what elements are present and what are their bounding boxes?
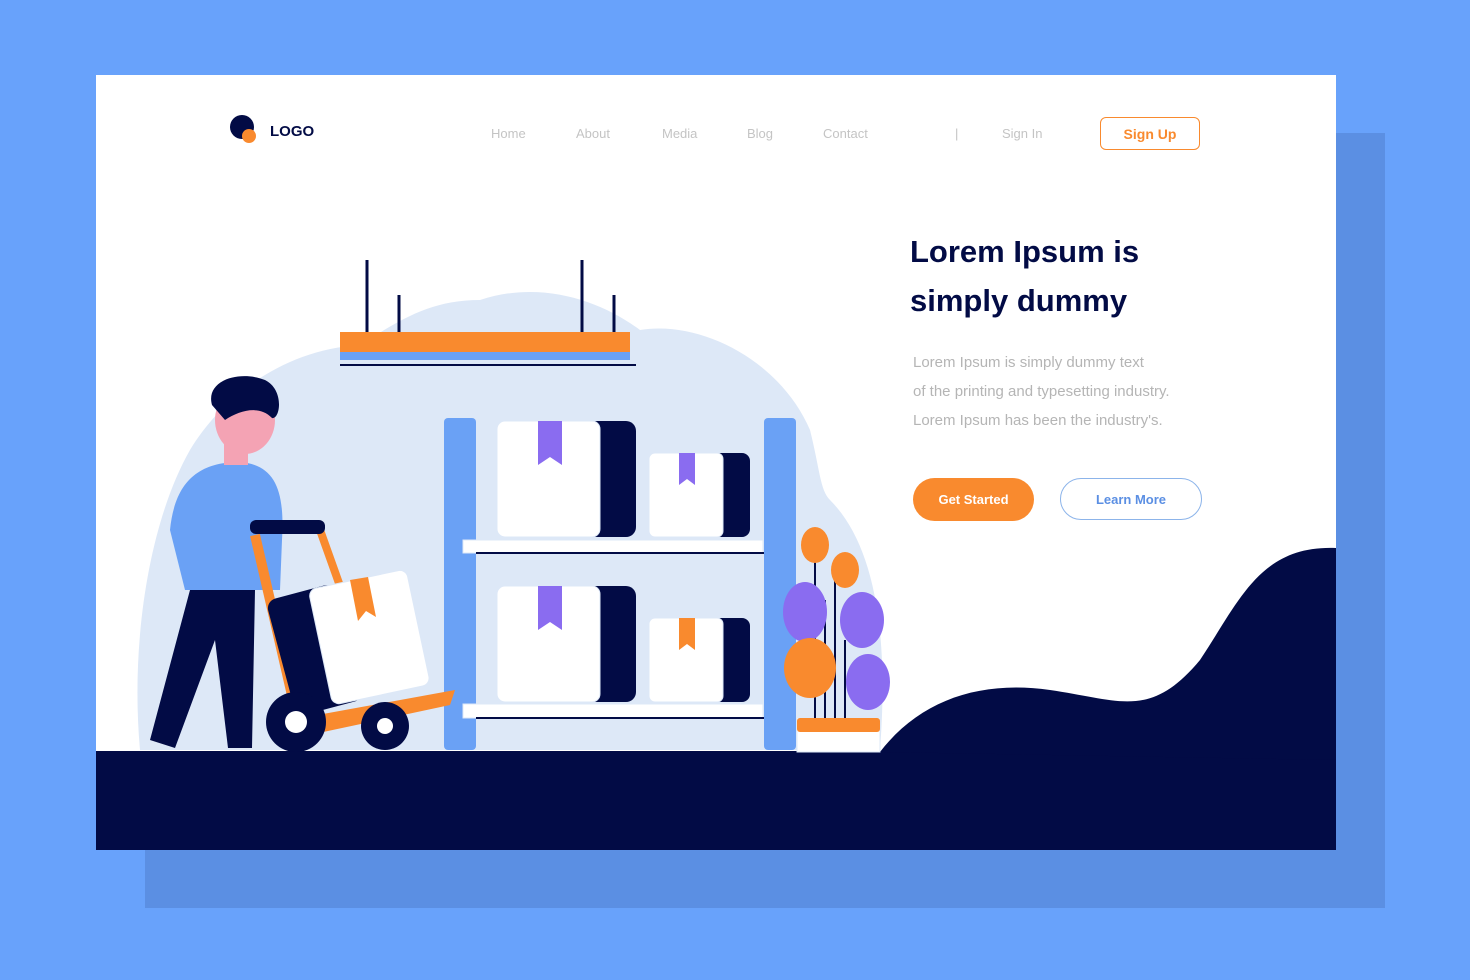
description-line: Lorem Ipsum is simply dummy text <box>913 354 1144 371</box>
logo-text: LOGO <box>270 122 315 140</box>
landing-page-card: LOGO Home About Media Blog Contact | Sig… <box>96 75 1336 850</box>
nav-contact[interactable]: Contact <box>823 126 868 141</box>
warehouse-illustration <box>96 260 1336 850</box>
description-line: of the printing and typesetting industry… <box>913 383 1170 400</box>
get-started-button[interactable]: Get Started <box>913 478 1034 521</box>
sign-up-button[interactable]: Sign Up <box>1100 117 1200 150</box>
learn-more-button[interactable]: Learn More <box>1060 478 1202 520</box>
nav-separator: | <box>955 126 959 141</box>
logo[interactable]: LOGO <box>230 115 314 147</box>
nav-about[interactable]: About <box>576 126 610 141</box>
nav-blog[interactable]: Blog <box>747 126 773 141</box>
sign-in-link[interactable]: Sign In <box>1002 126 1042 141</box>
nav-home[interactable]: Home <box>491 126 526 141</box>
hero-description: Lorem Ipsum is simply dummy text of the … <box>913 348 1233 435</box>
hero-title: Lorem Ipsum is simply dummy <box>910 234 1140 318</box>
description-line: Lorem Ipsum has been the industry's. <box>913 412 1163 429</box>
logo-mark-icon <box>230 115 260 147</box>
nav-media[interactable]: Media <box>662 126 697 141</box>
